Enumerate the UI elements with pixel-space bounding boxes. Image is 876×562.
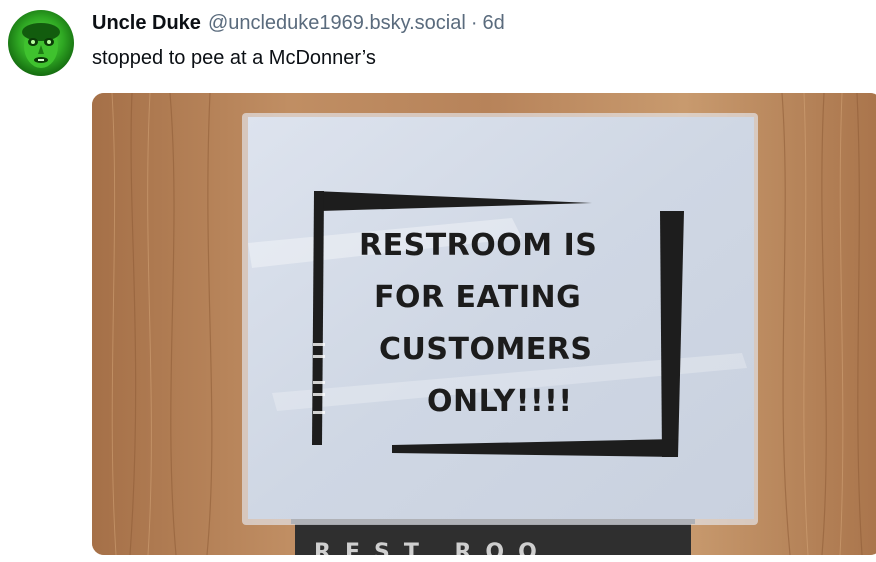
- post-header: Uncle Duke @uncleduke1969.bsky.social · …: [92, 12, 505, 38]
- post-timestamp[interactable]: 6d: [482, 12, 504, 35]
- avatar[interactable]: [8, 10, 74, 76]
- restroom-sign-photo: REST ROO RESTROOM IS FOR EATING CUSTOMER…: [92, 93, 876, 555]
- header-separator: ·: [470, 12, 478, 34]
- author-display-name[interactable]: Uncle Duke: [92, 12, 201, 35]
- plaque-label: REST ROO: [314, 540, 551, 555]
- sign-line-2: FOR EATING: [374, 280, 581, 315]
- post-image[interactable]: REST ROO RESTROOM IS FOR EATING CUSTOMER…: [92, 93, 876, 555]
- post[interactable]: Uncle Duke @uncleduke1969.bsky.social · …: [0, 0, 876, 562]
- sign-line-1: RESTROOM IS: [359, 228, 597, 263]
- post-text: stopped to pee at a McDonner’s: [92, 47, 376, 69]
- sign-line-4: ONLY!!!!: [427, 384, 573, 419]
- author-handle[interactable]: @uncleduke1969.bsky.social: [208, 12, 466, 35]
- green-face-avatar-icon: [22, 23, 60, 68]
- sign-line-3: CUSTOMERS: [379, 332, 593, 367]
